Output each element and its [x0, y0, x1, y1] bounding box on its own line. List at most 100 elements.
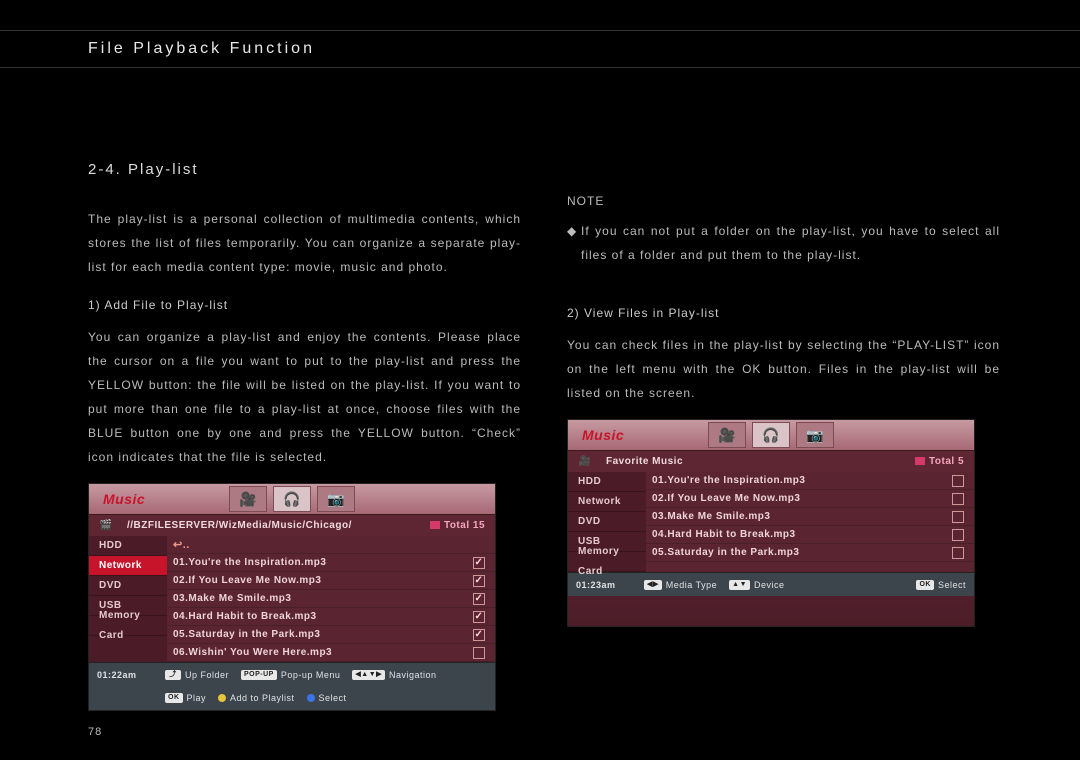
title-row: 🎥 Favorite Music Total 5: [568, 450, 974, 472]
check-icon: [952, 547, 964, 559]
file-name: 06.Wishin' You Were Here.mp3: [173, 643, 473, 663]
note-bullet: ◆ If you can not put a folder on the pla…: [567, 219, 1000, 267]
headphone-icon[interactable]: 🎧: [273, 486, 311, 512]
file-row[interactable]: 01.You're the Inspiration.mp3✓: [167, 554, 495, 572]
check-icon: ✓: [473, 611, 485, 623]
ok-icon: OK: [916, 580, 934, 590]
check-icon: [952, 493, 964, 505]
hint-device: ▲▼Device: [729, 576, 784, 594]
headphone-icon[interactable]: 🎧: [752, 422, 790, 448]
total-text: Total 15: [444, 520, 485, 531]
note-label: NOTE: [567, 189, 1000, 213]
popup-icon: POP-UP: [241, 670, 277, 680]
file-row[interactable]: 02.If You Leave Me Now.mp3: [646, 490, 974, 508]
file-list: 01.You're the Inspiration.mp3 02.If You …: [646, 472, 974, 572]
file-name: 03.Make Me Smile.mp3: [652, 507, 952, 527]
file-row[interactable]: 03.Make Me Smile.mp3: [646, 508, 974, 526]
file-row[interactable]: 03.Make Me Smile.mp3✓: [167, 590, 495, 608]
check-icon: ✓: [473, 575, 485, 587]
folder-up-row[interactable]: ↩..: [167, 536, 495, 554]
file-list: ↩.. 01.You're the Inspiration.mp3✓ 02.If…: [167, 536, 495, 662]
camera-icon[interactable]: 📷: [796, 422, 834, 448]
camcorder-icon[interactable]: 🎥: [229, 486, 267, 512]
clapper-icon: 🎥: [568, 452, 602, 472]
file-name: 04.Hard Habit to Break.mp3: [652, 525, 952, 545]
file-name: 05.Saturday in the Park.mp3: [652, 543, 952, 563]
subheading-add-file: 1) Add File to Play-list: [88, 293, 521, 317]
ud-arrows-icon: ▲▼: [729, 580, 750, 590]
mode-label: Music: [103, 485, 145, 513]
path-text: //BZFILESERVER/WizMedia/Music/Chicago/: [123, 516, 420, 536]
header-band: File Playback Function: [0, 30, 1080, 68]
sidebar-item-hdd[interactable]: HDD: [89, 536, 167, 556]
clapper-icon: 🎬: [89, 516, 123, 536]
sidebar-item-hdd[interactable]: HDD: [568, 472, 646, 492]
screenshot-add-to-playlist: Music 🎥 🎧 📷 🎬 //BZFILESERVER/WizMedia/Mu…: [88, 483, 496, 711]
hint-select: OK Select: [916, 576, 966, 594]
clock: 01:22am: [97, 666, 153, 684]
check-icon: [952, 475, 964, 487]
sidebar-item-memorycard[interactable]: Memory Card: [568, 552, 646, 572]
check-icon: ✓: [473, 593, 485, 605]
file-name: 04.Hard Habit to Break.mp3: [173, 607, 473, 627]
page-header-title: File Playback Function: [88, 40, 315, 58]
file-name: 05.Saturday in the Park.mp3: [173, 625, 473, 645]
file-row[interactable]: 04.Hard Habit to Break.mp3✓: [167, 608, 495, 626]
total-text: Total 5: [929, 456, 964, 467]
check-icon: ✓: [473, 557, 485, 569]
flag-icon: [915, 457, 925, 465]
sidebar-item-network[interactable]: Network: [568, 492, 646, 512]
hint-media-type: ◀▶ Media Type: [644, 576, 717, 594]
path-row: 🎬 //BZFILESERVER/WizMedia/Music/Chicago/…: [89, 514, 495, 536]
hint-label: Media Type: [666, 576, 717, 594]
camcorder-icon[interactable]: 🎥: [708, 422, 746, 448]
yellow-dot-icon: [218, 694, 226, 702]
check-icon: [952, 511, 964, 523]
blue-dot-icon: [307, 694, 315, 702]
hint-play: OKPlay: [165, 689, 206, 707]
body-row: HDD Network DVD USB Memory Card ↩.. 01.Y…: [89, 536, 495, 662]
file-name: 03.Make Me Smile.mp3: [173, 589, 473, 609]
check-icon: ✓: [473, 629, 485, 641]
file-row[interactable]: 02.If You Leave Me Now.mp3✓: [167, 572, 495, 590]
sidebar-item-network[interactable]: Network: [89, 556, 167, 576]
file-name: 01.You're the Inspiration.mp3: [173, 553, 473, 573]
sidebar-item-dvd[interactable]: DVD: [568, 512, 646, 532]
hint-popup: POP-UPPop-up Menu: [241, 666, 340, 684]
page-number: 78: [88, 726, 102, 738]
tab-row: Music 🎥 🎧 📷: [568, 420, 974, 450]
hint-navigation: ◀▲▼▶Navigation: [352, 666, 436, 684]
left-column: 2-4. Play-list The play-list is a person…: [88, 155, 521, 711]
hint-up-folder: ⤴Up Folder: [165, 666, 229, 684]
right-column: NOTE ◆ If you can not put a folder on th…: [567, 155, 1000, 711]
file-name: 01.You're the Inspiration.mp3: [652, 471, 952, 491]
flag-icon: [430, 521, 440, 529]
tab-row: Music 🎥 🎧 📷: [89, 484, 495, 514]
file-row[interactable]: 06.Wishin' You Were Here.mp3: [167, 644, 495, 662]
check-icon: [473, 647, 485, 659]
ok-icon: OK: [165, 693, 183, 703]
sidebar-item-dvd[interactable]: DVD: [89, 576, 167, 596]
hint-select: Select: [307, 689, 347, 707]
file-row[interactable]: 01.You're the Inspiration.mp3: [646, 472, 974, 490]
total-label: Total 5: [905, 452, 974, 472]
tab-icon-group: 🎥 🎧 📷: [229, 486, 355, 512]
hint-add-playlist: Add to Playlist: [218, 689, 295, 707]
hint-label: Select: [938, 576, 966, 594]
footer-row-1: 01:22am ⤴Up Folder POP-UPPop-up Menu ◀▲▼…: [89, 662, 495, 686]
check-icon: [952, 529, 964, 541]
hint-label: Up Folder: [185, 666, 229, 684]
lr-arrows-icon: ◀▶: [644, 580, 662, 590]
hint-label: Add to Playlist: [230, 689, 295, 707]
subheading-view-files: 2) View Files in Play-list: [567, 301, 1000, 325]
file-row[interactable]: 05.Saturday in the Park.mp3✓: [167, 626, 495, 644]
file-row[interactable]: 04.Hard Habit to Break.mp3: [646, 526, 974, 544]
sidebar-item-memorycard[interactable]: Memory Card: [89, 616, 167, 636]
clock: 01:23am: [576, 576, 632, 594]
content-columns: 2-4. Play-list The play-list is a person…: [88, 155, 1000, 711]
add-file-body: You can organize a play-list and enjoy t…: [88, 325, 521, 469]
intro-paragraph: The play-list is a personal collection o…: [88, 207, 521, 279]
file-name: 02.If You Leave Me Now.mp3: [652, 489, 952, 509]
file-row[interactable]: 05.Saturday in the Park.mp3: [646, 544, 974, 562]
camera-icon[interactable]: 📷: [317, 486, 355, 512]
